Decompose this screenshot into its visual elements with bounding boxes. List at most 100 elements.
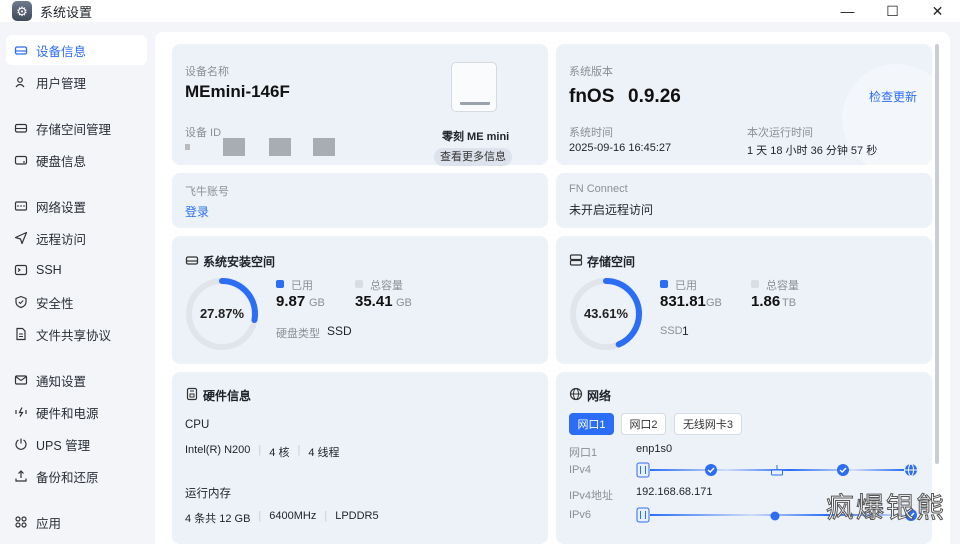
port-value: enp1s0 xyxy=(636,443,673,455)
terminal-icon xyxy=(14,263,28,277)
system-space-percent: 27.87% xyxy=(199,306,245,321)
sidebar-item-backup[interactable]: 备份和还原 xyxy=(6,461,147,491)
used-legend-swatch xyxy=(660,280,668,288)
total-unit: GB xyxy=(396,297,412,309)
disk-type-label: 硬盘类型 xyxy=(276,328,320,340)
sidebar-item-label: 远程访问 xyxy=(36,232,87,247)
tab-wireless-3[interactable]: 无线网卡3 xyxy=(674,413,742,435)
watermark: 疯爆银熊 xyxy=(825,491,946,525)
login-link[interactable]: 登录 xyxy=(185,203,209,220)
internet-globe-icon xyxy=(904,463,918,480)
sidebar-item-storage-management[interactable]: 存储空间管理 xyxy=(6,113,147,143)
sidebar-item-ssh[interactable]: SSH xyxy=(6,255,147,285)
sidebar-item-users[interactable]: 用户管理 xyxy=(6,67,147,97)
fn-connect-card: FN Connect 未开启远程访问 xyxy=(556,173,932,228)
sidebar-item-security[interactable]: 安全性 xyxy=(6,287,147,317)
ups-icon xyxy=(14,437,28,451)
send-icon xyxy=(14,231,28,245)
device-id-redacted xyxy=(185,138,375,156)
close-button[interactable]: ✕ xyxy=(915,0,960,22)
device-card: 设备名称 MEmini-146F 设备 ID 零刻 ME mini 查看更多信息 xyxy=(172,44,548,166)
users-icon xyxy=(14,75,28,89)
sidebar: 设备信息 用户管理 存储空间管理 硬盘信息 网络设置 远程访问 SSH 安全性 … xyxy=(0,22,155,544)
sidebar-item-label: SSH xyxy=(36,263,62,277)
used-unit: GB xyxy=(309,297,325,309)
view-more-button[interactable]: 查看更多信息 xyxy=(434,148,512,166)
main-content: 设备名称 MEmini-146F 设备 ID 零刻 ME mini 查看更多信息… xyxy=(155,32,950,544)
scrollbar[interactable] xyxy=(935,44,939,464)
shield-icon xyxy=(14,295,28,309)
tab-port-1[interactable]: 网口1 xyxy=(569,413,614,435)
ssd-count: 1 xyxy=(682,324,689,338)
ram-info: 4 条共 12 GB | 6400MHz | LPDDR5 xyxy=(185,510,379,525)
os-version: 0.9.26 xyxy=(628,86,681,107)
network-icon xyxy=(14,199,28,213)
minimize-button[interactable]: — xyxy=(825,0,870,22)
total-unit: TB xyxy=(782,297,797,309)
fn-connect-label: FN Connect xyxy=(569,183,628,195)
ram-speed: 6400MHz xyxy=(269,510,317,522)
title-bar: ⚙ 系统设置 — ☐ ✕ xyxy=(0,0,960,22)
network-title: 网络 xyxy=(587,389,612,403)
account-label: 飞牛账号 xyxy=(185,186,229,198)
sidebar-item-label: 存储空间管理 xyxy=(36,122,112,137)
system-time: 2025-09-16 16:45:27 xyxy=(569,142,672,154)
check-update-link[interactable]: 检查更新 xyxy=(869,88,917,105)
uptime: 1 天 18 小时 36 分钟 57 秒 xyxy=(747,145,878,157)
sidebar-item-label: 硬件和电源 xyxy=(36,406,99,421)
router-icon xyxy=(770,463,784,480)
sidebar-item-label: 设备信息 xyxy=(36,44,87,59)
ram-label: 运行内存 xyxy=(185,488,231,500)
globe-icon xyxy=(569,387,583,404)
maximize-button[interactable]: ☐ xyxy=(870,0,915,22)
system-version-label: 系统版本 xyxy=(569,66,613,78)
sidebar-item-notifications[interactable]: 通知设置 xyxy=(6,365,147,395)
total-label: 总容量 xyxy=(370,280,403,292)
window-title: 系统设置 xyxy=(40,4,93,20)
used-unit: GB xyxy=(706,297,722,309)
sidebar-item-label: 用户管理 xyxy=(36,76,87,91)
sidebar-item-disk-info[interactable]: 硬盘信息 xyxy=(6,145,147,175)
status-dot-icon xyxy=(770,510,780,524)
total-value: 1.86 xyxy=(751,293,781,310)
total-value: 35.41 xyxy=(355,293,393,310)
sidebar-item-hardware-power[interactable]: 硬件和电源 xyxy=(6,397,147,427)
sidebar-item-device-info[interactable]: 设备信息 xyxy=(6,35,147,65)
cpu-label: CPU xyxy=(185,419,210,431)
hardware-card: 硬件信息 CPU Intel(R) N200 | 4 核 | 4 线程 运行内存 4… xyxy=(172,372,548,544)
os-name: fnOS xyxy=(569,86,615,107)
hard-drive-icon xyxy=(185,253,199,270)
used-label: 已用 xyxy=(291,280,313,292)
device-name-label: 设备名称 xyxy=(185,66,229,78)
file-icon xyxy=(14,327,28,341)
settings-gear-icon: ⚙ xyxy=(12,1,32,21)
sidebar-item-remote-access[interactable]: 远程访问 xyxy=(6,223,147,253)
ipv4-address-label: IPv4地址 xyxy=(569,490,614,502)
tab-port-2[interactable]: 网口2 xyxy=(621,413,666,435)
hard-drive-icon xyxy=(14,43,28,57)
uptime-label: 本次运行时间 xyxy=(747,127,813,139)
sidebar-item-label: UPS 管理 xyxy=(36,438,91,453)
ipv4-label: IPv4 xyxy=(569,464,592,476)
sidebar-item-file-sharing[interactable]: 文件共享协议 xyxy=(6,319,147,349)
cpu-threads: 4 线程 xyxy=(308,447,340,459)
sidebar-item-network-settings[interactable]: 网络设置 xyxy=(6,191,147,221)
ram-count: 4 条共 12 GB xyxy=(185,513,251,525)
hardware-icon xyxy=(185,387,199,404)
disk-type: SSD xyxy=(327,324,352,338)
system-space-card: 系统安装空间 27.87% 已用 9.87 GB 总容量 35.41 GB 硬盘… xyxy=(172,236,548,364)
sidebar-item-label: 安全性 xyxy=(36,296,74,311)
storage-title: 存储空间 xyxy=(587,255,636,269)
system-card: 系统版本 fnOS 0.9.26 检查更新 系统时间 2025-09-16 16… xyxy=(556,44,932,165)
used-label: 已用 xyxy=(675,280,697,292)
cpu-model: Intel(R) N200 xyxy=(185,444,251,456)
nas-icon xyxy=(636,507,650,526)
storage-icon xyxy=(14,121,28,135)
window-controls: — ☐ ✕ xyxy=(825,0,960,22)
sidebar-item-label: 硬盘信息 xyxy=(36,154,87,169)
sidebar-item-ups[interactable]: UPS 管理 xyxy=(6,429,147,459)
sidebar-item-apps[interactable]: 应用 xyxy=(6,507,147,537)
check-icon xyxy=(836,463,850,480)
mail-icon xyxy=(14,373,28,387)
storage-card: 存储空间 43.61% 已用 831.81 GB 总容量 1.86 TB SSD… xyxy=(556,236,932,364)
